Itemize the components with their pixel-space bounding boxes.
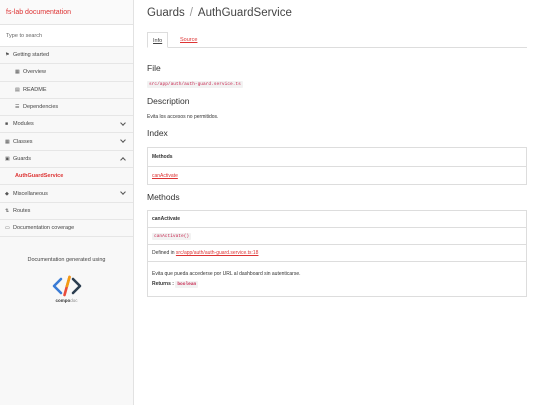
home-icon: ⚑: [5, 52, 10, 59]
search-input[interactable]: [0, 25, 133, 46]
cube-icon: ◆: [5, 190, 9, 197]
chevron-down-icon: [120, 189, 126, 196]
grid-icon: ▦: [15, 69, 20, 76]
sidebar-item-documentation-coverage[interactable]: ▭ Documentation coverage: [0, 220, 133, 238]
description-heading: Description: [147, 96, 190, 106]
breadcrumb-parent[interactable]: Guards: [147, 7, 185, 19]
sidebar-item-label: Classes: [13, 138, 33, 145]
defined-in-row: Defined in src/app/auth/auth-guard.servi…: [148, 244, 526, 261]
sidebar-item-dependencies[interactable]: ☰ Dependencies: [0, 99, 133, 117]
sidebar-item-authguardservice[interactable]: AuthGuardService: [0, 168, 133, 186]
sidebar-item-getting-started[interactable]: ⚑ Getting started: [0, 47, 133, 65]
book-icon: ▤: [15, 86, 20, 93]
tab-source[interactable]: Source: [175, 32, 202, 48]
sidebar-item-readme[interactable]: ▤ README: [0, 82, 133, 99]
sidebar-item-classes[interactable]: ▦ Classes: [0, 133, 133, 151]
method-name: canActivate: [148, 211, 526, 227]
archive-icon: ■: [5, 121, 9, 128]
search-box: [0, 25, 133, 47]
sidebar-item-label: Miscellaneous: [13, 190, 48, 197]
tab-info[interactable]: Info: [147, 32, 169, 48]
brand-link[interactable]: fs-lab documentation: [0, 0, 133, 25]
file-heading: File: [147, 63, 161, 73]
route-icon: ⇅: [5, 207, 10, 214]
sidebar-item-modules[interactable]: ■ Modules: [0, 116, 133, 134]
chevron-up-icon: [120, 156, 126, 163]
list-icon: ☰: [15, 104, 20, 111]
sidebar-item-label: Documentation coverage: [13, 225, 75, 232]
sidebar-item-label: Dependencies: [23, 104, 59, 111]
sidebar-nav: ⚑ Getting started ▦ Overview ▤ README ☰ …: [0, 47, 133, 238]
compodoc-logo-text: compodoc: [55, 298, 78, 304]
sidebar-item-overview[interactable]: ▦ Overview: [0, 64, 133, 82]
sidebar-item-label: Getting started: [13, 52, 50, 59]
sidebar-item-label: Overview: [23, 69, 46, 76]
returns-row: Returns : boolean: [152, 281, 199, 288]
coverage-icon: ▭: [5, 225, 10, 232]
index-table-row: canActivate: [148, 166, 526, 184]
page-title: Guards / AuthGuardService: [147, 7, 292, 19]
breadcrumb-separator: /: [189, 7, 193, 19]
description-text: Evita los accesos no permitidos.: [147, 114, 219, 120]
returns-type: boolean: [175, 281, 199, 288]
sidebar-item-label: Modules: [13, 121, 34, 128]
sidebar-item-label: Routes: [13, 207, 31, 214]
compodoc-logo[interactable]: compodoc: [0, 275, 133, 303]
method-signature: canActivate(): [152, 232, 192, 240]
sidebar-item-label: AuthGuardService: [15, 173, 64, 180]
defined-in-link[interactable]: src/app/auth/auth-guard.service.ts:18: [176, 250, 259, 256]
sidebar-item-label: Guards: [13, 155, 32, 162]
lock-icon: ▣: [5, 155, 10, 162]
sidebar: fs-lab documentation ⚑ Getting started ▦…: [0, 0, 134, 405]
sidebar-item-label: README: [23, 86, 47, 93]
file-path: src/app/auth/auth-guard.service.ts: [147, 81, 243, 88]
chevron-down-icon: [120, 137, 126, 144]
tab-bar: Info Source: [147, 32, 527, 48]
index-table: Methods canActivate: [147, 147, 527, 185]
file-icon: ▦: [5, 138, 10, 145]
index-method-link[interactable]: canActivate: [152, 173, 178, 179]
sidebar-item-routes[interactable]: ⇅ Routes: [0, 203, 133, 220]
defined-in-label: Defined in: [152, 250, 175, 256]
compodoc-logo-icon: [52, 275, 81, 297]
method-description-row: Evita que pueda accederse por URL al das…: [148, 261, 526, 296]
methods-heading: Methods: [147, 192, 180, 202]
index-table-header: Methods: [148, 148, 526, 166]
method-table: canActivate canActivate() Defined in src…: [147, 210, 527, 297]
sidebar-item-miscellaneous[interactable]: ◆ Miscellaneous: [0, 185, 133, 203]
generated-by-text: Documentation generated using: [27, 257, 106, 264]
sidebar-item-guards[interactable]: ▣ Guards: [0, 151, 133, 169]
returns-label: Returns :: [152, 281, 174, 287]
method-signature-row: canActivate(): [148, 227, 526, 244]
index-heading: Index: [147, 128, 168, 138]
method-description: Evita que pueda accederse por URL al das…: [152, 271, 301, 277]
chevron-down-icon: [120, 120, 126, 127]
breadcrumb-current: AuthGuardService: [197, 7, 292, 19]
